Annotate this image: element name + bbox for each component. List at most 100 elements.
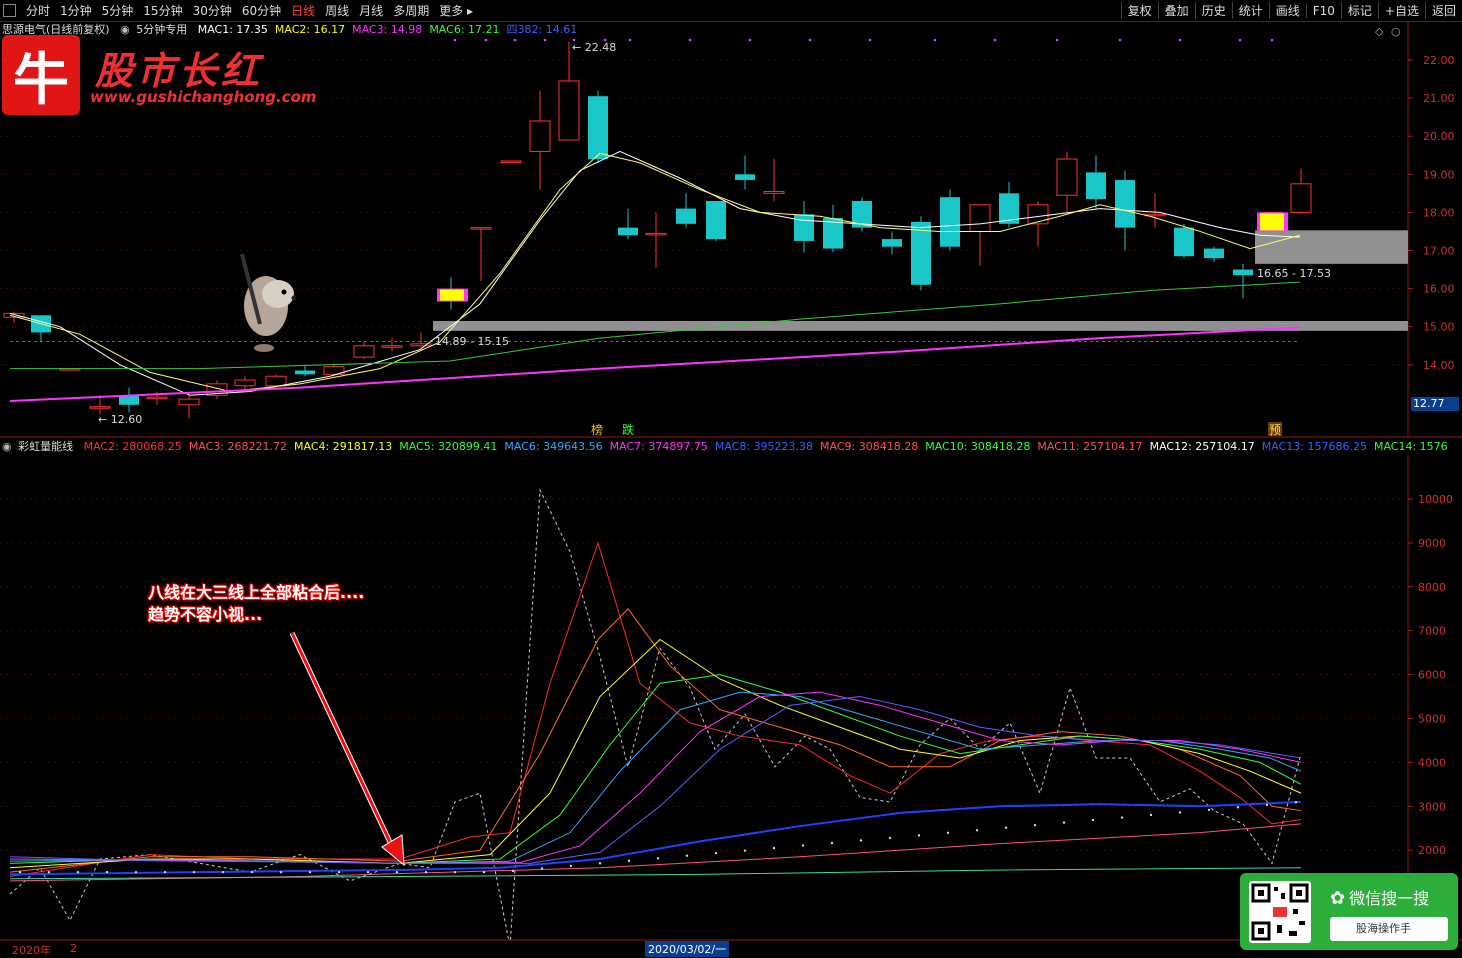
ma-dot (192, 870, 196, 874)
top-dot (453, 38, 457, 42)
ma-dot (627, 859, 631, 863)
top-dot (933, 38, 937, 42)
candle-body (676, 208, 696, 224)
price-tick-label: 22.00 (1423, 54, 1455, 67)
ma-dot (1004, 826, 1008, 829)
candle-body (146, 396, 168, 400)
diamond-icon: ◇ (1375, 25, 1384, 38)
candle-body (1115, 180, 1135, 228)
indicator-tick-label: 6000 (1418, 669, 1446, 682)
high-price-label: ← 22.48 (572, 41, 616, 54)
top-dot (1238, 38, 1242, 42)
indicator-tick-label: 7000 (1418, 625, 1446, 638)
toolbar-button[interactable]: 叠加 (1157, 2, 1195, 19)
ma-dot (511, 869, 515, 873)
toolbar-button[interactable]: 标记 (1340, 2, 1378, 19)
ma-dot (946, 831, 950, 835)
candle-body (353, 345, 375, 358)
ma-dot (1149, 813, 1153, 817)
period-tab[interactable]: 多周期 (388, 2, 434, 19)
candle-body (794, 214, 814, 241)
toolbar-button[interactable]: 历史 (1194, 2, 1232, 19)
current-price-box: 12.77 (1411, 397, 1459, 411)
candle-body (882, 239, 902, 247)
period-tab[interactable]: 60分钟 (237, 2, 286, 19)
candle-body (470, 227, 492, 230)
legend-item: MAC10: 308418.28 (925, 440, 1031, 453)
price-tick-label: 21.00 (1423, 92, 1455, 105)
wechat-search-badge[interactable]: ✿ 微信搜一搜 股海操作手 (1240, 873, 1458, 950)
toolbar-button[interactable]: F10 (1305, 3, 1341, 18)
wechat-search-field[interactable]: 股海操作手 (1330, 917, 1448, 941)
price-tick-label: 19.00 (1423, 168, 1455, 181)
period-toolbar: 分时 1分钟 5分钟 15分钟 30分钟 60分钟 日线 周线 月线 多周期 更多 ▸ 复权 叠加 历史… (0, 0, 1462, 22)
toolbar-button[interactable]: 画线 (1268, 2, 1306, 19)
indicator-tick-label: 5000 (1418, 713, 1446, 726)
ma-dot (540, 867, 544, 870)
indicator-tick-label: 3000 (1418, 800, 1446, 813)
period-tab[interactable]: 15分钟 (138, 2, 187, 19)
ma-dot (1062, 821, 1066, 824)
candle-body (618, 227, 638, 236)
ma-dot (395, 870, 399, 874)
legend-item: MAC11: 257104.17 (1037, 440, 1143, 453)
candle-body (940, 197, 960, 247)
top-dot (603, 38, 607, 42)
candle-body (1056, 158, 1078, 196)
ma-dot (366, 870, 370, 874)
legend-item: MAC9: 308418.28 (820, 440, 919, 453)
candle-body (911, 221, 931, 285)
candle-body (558, 80, 580, 141)
top-dot (572, 38, 576, 42)
volume-line (9, 488, 1302, 941)
legend-item: MAC6: 349643.56 (504, 440, 603, 453)
toolbar-button[interactable]: 返回 (1424, 2, 1462, 19)
ma-dot (656, 857, 660, 860)
candle-body (1086, 172, 1106, 200)
ma3-line (9, 326, 1301, 402)
ma-dot (975, 829, 979, 832)
indicator-tick-label: 8000 (1418, 581, 1446, 594)
indicator-dropdown-icon[interactable]: ◉ (2, 440, 12, 453)
ma-dot (1236, 806, 1240, 809)
ma2-line (9, 152, 1301, 392)
candle-body (1174, 227, 1194, 257)
legend-item: MAC12: 257104.17 (1149, 440, 1255, 453)
top-dot (1055, 38, 1059, 42)
price-tick-label: 16.00 (1423, 283, 1455, 296)
toolbar-button[interactable]: 统计 (1231, 2, 1269, 19)
brand-logo: 牛 (2, 35, 80, 115)
brand-title: 股市长红 (95, 48, 264, 93)
top-dot (808, 38, 812, 42)
candle-body (588, 96, 608, 160)
period-tab[interactable]: 周线 (320, 2, 354, 19)
signal-label: 榜 (591, 422, 603, 437)
period-tab[interactable]: 5分钟 (97, 2, 139, 19)
top-dot (513, 38, 517, 42)
toggle-square-icon[interactable] (3, 4, 16, 17)
rainbow-volume-chart[interactable]: 10000 9000 8000 7000 6000 5000 4000 3000 2000 (0, 455, 1462, 941)
top-dot (868, 38, 872, 42)
period-tab[interactable]: 月线 (354, 2, 388, 19)
signal-marker (440, 289, 464, 301)
ma-dot (1120, 816, 1124, 819)
period-tab[interactable]: 分时 (21, 2, 55, 19)
toolbar-button[interactable]: 复权 (1120, 2, 1158, 19)
candle-body (1233, 269, 1253, 276)
period-tab[interactable]: 日线 (286, 2, 320, 19)
period-tab[interactable]: 30分钟 (188, 2, 237, 19)
candle-body (500, 160, 522, 163)
top-dot (688, 38, 692, 42)
ma-dot (221, 870, 225, 874)
period-tab[interactable]: 更多 ▸ (434, 2, 478, 19)
candle-body (89, 406, 111, 409)
candle-body (381, 345, 403, 348)
period-tab[interactable]: 1分钟 (55, 2, 97, 19)
toolbar-button[interactable]: +自选 (1377, 2, 1425, 19)
price-tick-label: 20.00 (1423, 130, 1455, 143)
legend-item: MAC13: 157686.25 (1261, 440, 1367, 453)
candle-body (763, 190, 785, 194)
indicator-name[interactable]: 彩虹量能线 (18, 440, 73, 453)
indicator-tick-label: 2000 (1418, 844, 1446, 857)
top-dot (1270, 38, 1274, 42)
